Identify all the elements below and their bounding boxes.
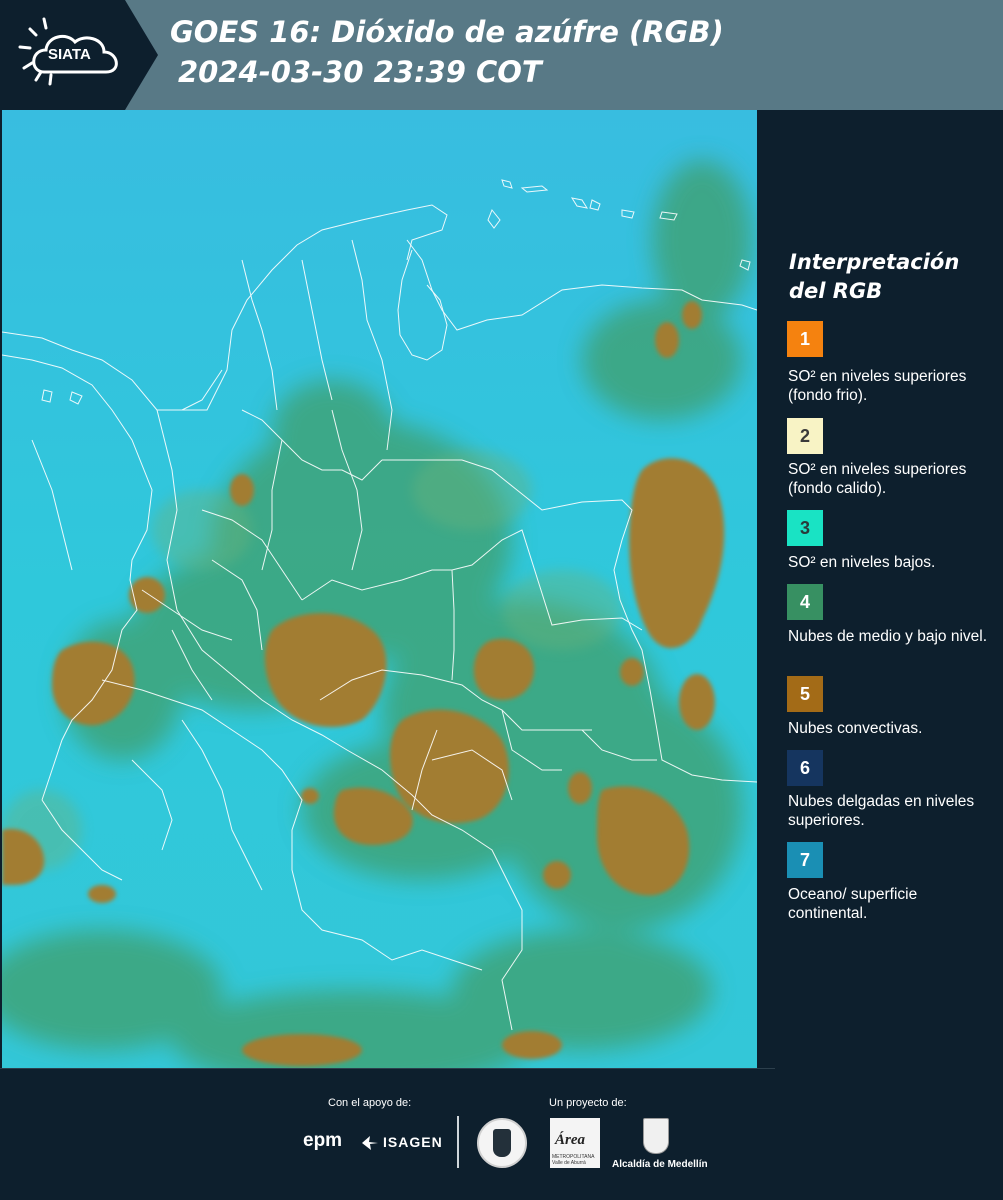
legend-number: 4 (799, 591, 810, 612)
logo-text: SIATA (48, 46, 91, 63)
legend-label-3: SO² en niveles bajos. (788, 554, 936, 571)
area-logo-subtext: METROPOLITANA Valle de Aburrá (552, 1154, 595, 1166)
legend-swatch-2: 2 (787, 418, 823, 454)
legend-label-2: SO² en niveles superiores (fondo calido)… (788, 461, 967, 497)
area-logo-name: Área (555, 1132, 585, 1148)
legend-number: 5 (799, 683, 810, 704)
footer-divider (0, 1068, 775, 1069)
page-title: GOES 16: Dióxido de azúfre (RGB) (170, 15, 724, 49)
university-seal-logo (477, 1118, 527, 1168)
siata-logo: SIATA (0, 0, 160, 110)
rgb-legend-panel: Interpretación del RGB 1 SO² en niveles … (760, 110, 1003, 1068)
footer: Con el apoyo de: epm ISAGEN Un proyecto … (0, 1068, 1003, 1200)
isagen-logo: ISAGEN (383, 1134, 443, 1150)
logo-separator (457, 1116, 459, 1168)
legend-label-5: Nubes convectivas. (788, 720, 923, 737)
seal-icon (493, 1129, 511, 1157)
legend-number: 3 (799, 517, 810, 538)
area-metropolitana-logo: Área METROPOLITANA Valle de Aburrá (550, 1118, 600, 1168)
isagen-icon (362, 1136, 378, 1150)
header-bar: SIATA GOES 16: Dióxido de azúfre (RGB) 2… (0, 0, 1003, 110)
legend-swatch-4: 4 (787, 584, 823, 620)
legend-number: 6 (799, 757, 810, 778)
legend-label-1: SO² en niveles superiores (fondo frio). (788, 368, 967, 404)
legend-label-7: Oceano/ superficie continental. (788, 886, 918, 922)
legend-number: 2 (799, 425, 810, 446)
legend-label-6: Nubes delgadas en niveles superiores. (788, 793, 975, 829)
legend-swatch-1: 1 (787, 321, 823, 357)
legend-swatch-5: 5 (787, 676, 823, 712)
epm-logo: epm (303, 1130, 343, 1151)
support-label: Con el apoyo de: (328, 1097, 412, 1109)
legend-number: 1 (799, 328, 810, 349)
satellite-map (2, 110, 757, 1070)
alcaldia-crest-icon (643, 1118, 669, 1154)
legend-number: 7 (799, 849, 810, 870)
legend-swatch-6: 6 (787, 750, 823, 786)
alcaldia-logo-text: Alcaldía de Medellín (612, 1159, 708, 1170)
project-label: Un proyecto de: (549, 1097, 627, 1109)
legend-swatch-7: 7 (787, 842, 823, 878)
page-subtitle-timestamp: 2024-03-30 23:39 COT (178, 55, 542, 89)
legend-swatch-3: 3 (787, 510, 823, 546)
legend-title: Interpretación del RGB (789, 250, 960, 303)
legend-label-4: Nubes de medio y bajo nivel. (788, 628, 988, 645)
